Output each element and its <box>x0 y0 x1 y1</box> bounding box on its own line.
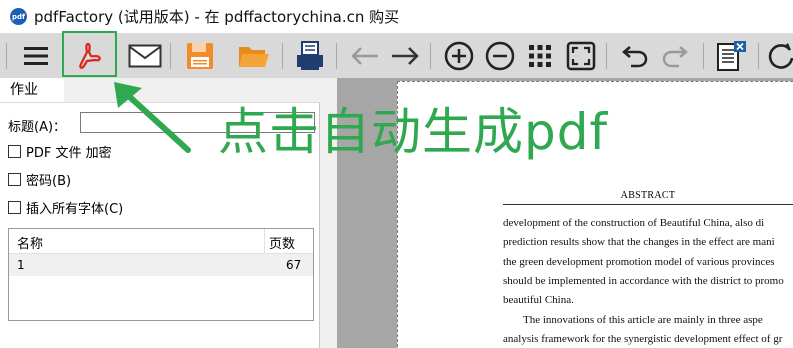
toolbar-separator <box>430 43 431 69</box>
open-folder-icon <box>239 47 269 67</box>
thumbnails-grid-icon <box>529 45 551 67</box>
tab-job[interactable]: 作业 <box>0 78 64 102</box>
undo-icon <box>622 46 648 68</box>
list-header: 名称 页数 <box>9 229 313 254</box>
open-button[interactable] <box>235 37 273 75</box>
annotation-text: 点击自动生成pdf <box>218 103 609 161</box>
back-button[interactable] <box>346 37 384 75</box>
column-pages-header[interactable]: 页数 <box>269 233 295 252</box>
menu-icon <box>24 47 48 65</box>
redo-button[interactable] <box>656 37 694 75</box>
heading-rule <box>503 204 793 205</box>
print-icon <box>297 41 323 70</box>
toolbar-separator <box>170 43 171 69</box>
toolbar-separator <box>6 43 7 69</box>
column-name-header[interactable]: 名称 <box>17 233 43 252</box>
password-checkbox[interactable] <box>8 173 21 186</box>
fit-page-icon <box>566 41 596 71</box>
email-button[interactable] <box>126 37 164 75</box>
abstract-heading: ABSTRACT <box>620 190 676 201</box>
toolbar-separator <box>336 43 337 69</box>
remove-page-button[interactable] <box>712 37 750 75</box>
document-list[interactable]: 名称 页数 1 67 <box>8 228 314 321</box>
doc-text-line: The innovations of this article are main… <box>523 314 763 326</box>
redo-icon <box>662 46 688 68</box>
doc-text-line: the green development promotion model of… <box>503 256 775 268</box>
back-arrow-icon <box>351 47 378 65</box>
zoom-in-icon <box>444 41 474 71</box>
save-icon <box>187 43 213 69</box>
document-remove-icon <box>717 41 746 71</box>
doc-text-line: development of the construction of Beaut… <box>503 217 765 229</box>
forward-button[interactable] <box>386 37 424 75</box>
app-logo-icon: pdf <box>10 8 27 25</box>
doc-text-line: beautiful China. <box>503 294 574 306</box>
title-label: 标题(A)： <box>8 120 67 135</box>
password-label: 密码(B) <box>26 174 72 189</box>
toolbar-separator <box>703 43 704 69</box>
forward-arrow-icon <box>392 47 419 65</box>
list-item[interactable]: 1 67 <box>9 254 313 276</box>
toolbar-separator <box>606 43 607 69</box>
annotation-arrow-icon <box>114 82 191 153</box>
column-divider[interactable] <box>264 229 265 253</box>
refresh-icon <box>768 43 793 69</box>
embed-fonts-checkbox[interactable] <box>8 201 21 214</box>
zoom-in-button[interactable] <box>440 37 478 75</box>
toolbar <box>0 33 793 78</box>
encrypt-pdf-checkbox[interactable] <box>8 145 21 158</box>
undo-button[interactable] <box>616 37 654 75</box>
zoom-out-icon <box>485 41 515 71</box>
toolbar-separator <box>282 43 283 69</box>
list-item-name: 1 <box>17 258 25 272</box>
doc-text-line: prediction results show that the changes… <box>503 236 775 248</box>
embed-fonts-label: 插入所有字体(C) <box>26 202 124 217</box>
zoom-out-button[interactable] <box>481 37 519 75</box>
fit-page-button[interactable] <box>562 37 600 75</box>
doc-text-line: analysis framework for the synergistic d… <box>503 333 783 345</box>
thumbnails-button[interactable] <box>521 37 559 75</box>
encrypt-pdf-checkbox-row[interactable]: PDF 文件 加密 <box>8 142 112 161</box>
email-icon <box>128 44 162 68</box>
window-title: pdfFactory (试用版本) - 在 pdffactorychina.cn… <box>34 8 400 26</box>
save-button[interactable] <box>181 37 219 75</box>
password-checkbox-row[interactable]: 密码(B) <box>8 170 71 189</box>
embed-fonts-checkbox-row[interactable]: 插入所有字体(C) <box>8 198 123 217</box>
title-bar: pdf pdfFactory (试用版本) - 在 pdffactorychin… <box>0 0 793 33</box>
create-pdf-highlight <box>62 31 117 77</box>
menu-button[interactable] <box>17 37 55 75</box>
toolbar-separator <box>758 43 759 69</box>
print-button[interactable] <box>291 37 329 75</box>
doc-text-line: should be implemented in accordance with… <box>503 275 784 287</box>
refresh-button[interactable] <box>766 37 793 75</box>
list-item-pages: 67 <box>286 258 302 272</box>
encrypt-pdf-label: PDF 文件 加密 <box>26 146 112 161</box>
